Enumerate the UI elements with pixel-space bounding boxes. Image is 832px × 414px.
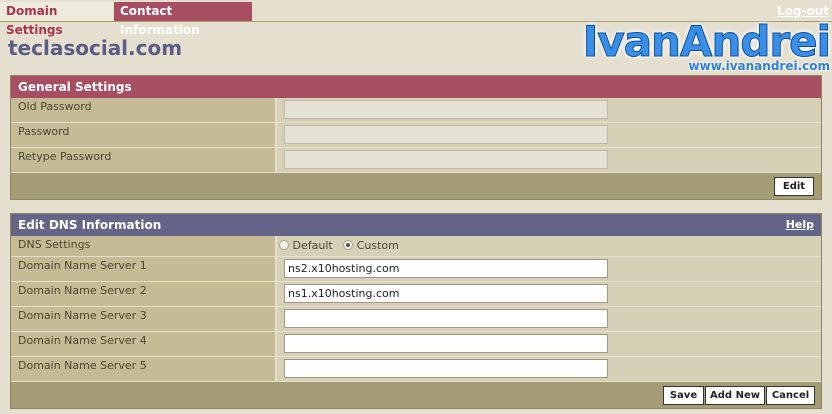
brand-logo: IvanAndrei www.ivanandrei.com <box>582 18 831 73</box>
retype-password-label: Retype Password <box>11 148 277 172</box>
dns-settings-row: DNS Settings Default Custom <box>11 236 821 257</box>
dns-settings-label: DNS Settings <box>11 236 277 256</box>
old-password-row: Old Password <box>11 98 821 123</box>
retype-password-input[interactable] <box>284 150 608 169</box>
tab-domain-settings[interactable]: Domain Settings <box>0 2 113 37</box>
general-settings-panel: General Settings Old Password Password R… <box>10 75 822 200</box>
dns-server-row: Domain Name Server 3 <box>11 307 821 332</box>
default-radio-label: Default <box>292 239 333 252</box>
general-settings-header: General Settings <box>11 76 821 98</box>
dns-server-row: Domain Name Server 1 <box>11 257 821 282</box>
dns-server-2-input[interactable] <box>284 284 608 303</box>
retype-password-row: Retype Password <box>11 148 821 173</box>
logout-link[interactable]: Log-out <box>777 4 829 18</box>
cancel-button[interactable]: Cancel <box>766 386 815 405</box>
dns-server-row: Domain Name Server 4 <box>11 332 821 357</box>
dns-server-1-label: Domain Name Server 1 <box>11 257 277 281</box>
general-settings-footer: Edit <box>11 173 821 199</box>
help-link[interactable]: Help <box>786 214 814 236</box>
dns-title: Edit DNS Information <box>18 218 162 232</box>
dns-panel: Edit DNS Information Help DNS Settings D… <box>10 213 822 409</box>
dns-settings-options: Default Custom <box>279 239 399 252</box>
old-password-label: Old Password <box>11 98 277 122</box>
dns-server-row: Domain Name Server 5 <box>11 357 821 382</box>
password-row: Password <box>11 123 821 148</box>
tab-contact-information[interactable]: Contact Information <box>114 2 252 37</box>
dns-server-2-label: Domain Name Server 2 <box>11 282 277 306</box>
edit-button[interactable]: Edit <box>774 177 814 196</box>
default-radio[interactable] <box>279 240 289 250</box>
dns-server-3-input[interactable] <box>284 309 608 328</box>
password-label: Password <box>11 123 277 147</box>
dns-server-1-input[interactable] <box>284 259 608 278</box>
add-new-button[interactable]: Add New <box>705 386 765 405</box>
dns-server-5-input[interactable] <box>284 359 608 378</box>
dns-server-5-label: Domain Name Server 5 <box>11 357 277 381</box>
custom-radio[interactable] <box>343 240 354 250</box>
dns-server-4-input[interactable] <box>284 334 608 353</box>
dns-footer: Save Add New Cancel <box>11 382 821 408</box>
site-title: teclasocial.com <box>8 36 183 60</box>
password-input[interactable] <box>284 125 608 144</box>
save-button[interactable]: Save <box>663 386 704 405</box>
custom-radio-label: Custom <box>356 239 399 252</box>
dns-server-4-label: Domain Name Server 4 <box>11 332 277 356</box>
dns-header: Edit DNS Information Help <box>11 214 821 236</box>
dns-server-row: Domain Name Server 2 <box>11 282 821 307</box>
dns-server-3-label: Domain Name Server 3 <box>11 307 277 331</box>
old-password-input[interactable] <box>284 100 608 119</box>
